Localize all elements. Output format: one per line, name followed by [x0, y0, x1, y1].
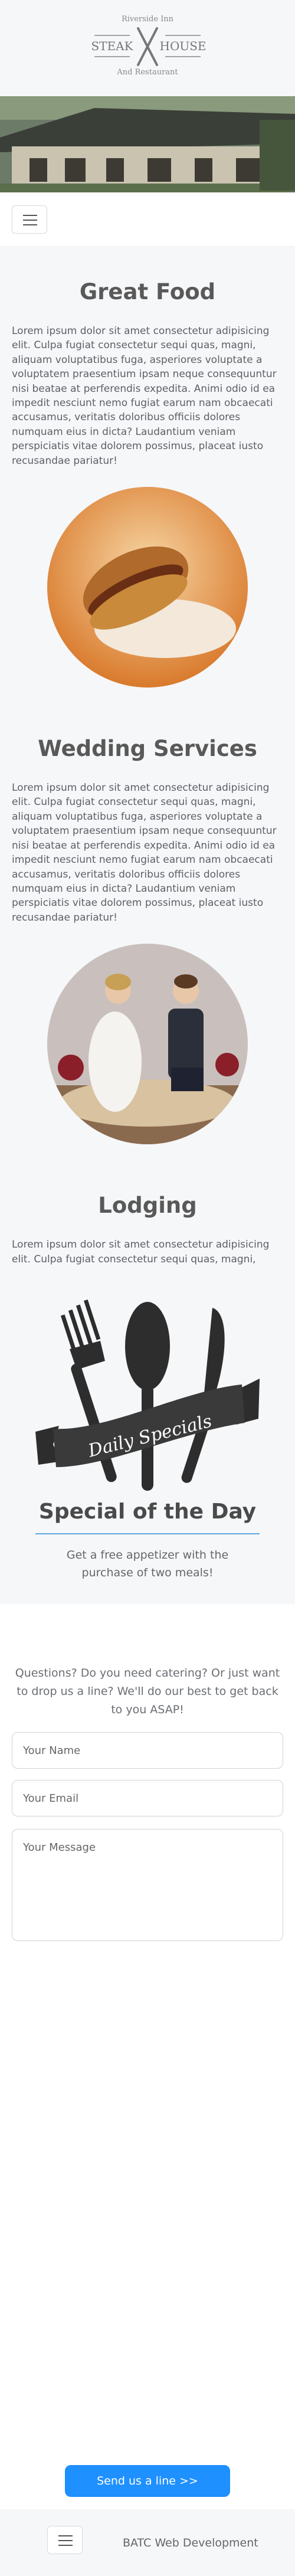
- contact-section: Questions? Do you need catering? Or just…: [0, 1604, 295, 1965]
- hamburger-icon: [23, 215, 37, 216]
- section-title: Great Food: [79, 279, 216, 305]
- logo-left-word: STEAK: [91, 39, 133, 53]
- email-field[interactable]: [12, 1780, 283, 1816]
- menu-toggle-button[interactable]: [12, 205, 47, 234]
- contact-intro: Questions? Do you need catering? Or just…: [15, 1667, 280, 1716]
- site-logo[interactable]: Riverside Inn STEAK HOUSE And Restaurant: [0, 11, 295, 81]
- site-header: Riverside Inn STEAK HOUSE And Restaurant: [0, 0, 295, 96]
- section-title: Wedding Services: [38, 736, 257, 762]
- footer-menu-button[interactable]: [47, 2526, 83, 2554]
- hero-image: [0, 96, 295, 192]
- crossed-utensils-icon: [137, 27, 158, 66]
- name-field[interactable]: [12, 1732, 283, 1769]
- section-great-food: Great Food Lorem ipsum dolor sit amet co…: [12, 247, 283, 688]
- specials-section: Daily Specials Special of the Day Get a …: [0, 1266, 295, 1604]
- special-divider: [35, 1533, 260, 1534]
- logo-top-text: Riverside Inn: [122, 15, 174, 24]
- daily-specials-art: Daily Specials: [35, 1300, 260, 1491]
- section-title: Lodging: [98, 1193, 197, 1219]
- logo-bottom-text: And Restaurant: [116, 68, 178, 77]
- hamburger-icon: [58, 2535, 73, 2536]
- wedding-image: [47, 944, 248, 1145]
- food-image: [47, 487, 248, 688]
- navbar: [0, 192, 295, 247]
- section-body: Lorem ipsum dolor sit amet consectetur a…: [12, 325, 277, 467]
- logo-right-word: HOUSE: [160, 39, 206, 53]
- site-footer: BATC Web Development: [0, 2509, 295, 2576]
- special-text: Get a free appetizer with the purchase o…: [66, 1549, 229, 1579]
- section-body: Lorem ipsum dolor sit amet consectetur a…: [12, 782, 277, 924]
- special-title: Special of the Day: [38, 1500, 257, 1524]
- section-wedding-services: Wedding Services Lorem ipsum dolor sit a…: [12, 688, 283, 1145]
- main-content: Great Food Lorem ipsum dolor sit amet co…: [0, 247, 295, 1602]
- send-button[interactable]: Send us a line >>: [65, 2465, 230, 2497]
- footer-credit: BATC Web Development: [123, 2536, 258, 2549]
- message-field[interactable]: [12, 1829, 283, 1941]
